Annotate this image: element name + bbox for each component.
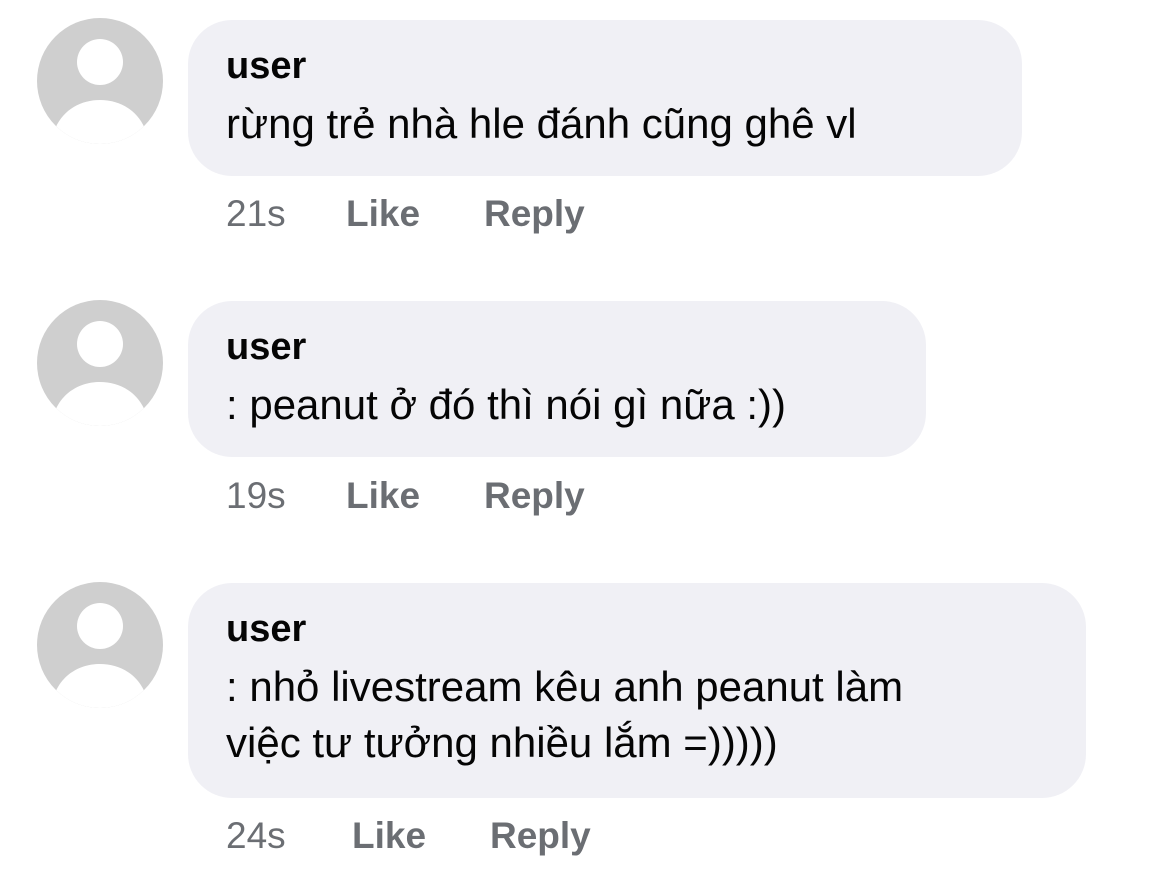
like-button[interactable]: Like <box>352 815 490 857</box>
avatar[interactable] <box>37 582 163 708</box>
comment-actions: 24s Like Reply <box>226 812 591 860</box>
comment-bubble: user rừng trẻ nhà hle đánh cũng ghê vl <box>188 20 1022 176</box>
comment-actions: 21s Like Reply <box>226 190 585 238</box>
comment-author[interactable]: user <box>226 44 984 88</box>
comment-bubble: user : nhỏ livestream kêu anh peanut làm… <box>188 583 1086 798</box>
like-button[interactable]: Like <box>346 475 484 517</box>
comment-text: : peanut ở đó thì nói gì nữa :)) <box>226 381 786 428</box>
comment-timestamp: 24s <box>226 815 286 856</box>
reply-button[interactable]: Reply <box>484 193 585 235</box>
avatar[interactable] <box>37 300 163 426</box>
default-user-icon <box>37 300 163 426</box>
default-user-icon <box>37 582 163 708</box>
comment-text-line: : nhỏ livestream kêu anh peanut làm <box>226 663 904 710</box>
avatar[interactable] <box>37 18 163 144</box>
comment-bubble: user : peanut ở đó thì nói gì nữa :)) <box>188 301 926 457</box>
comment-timestamp: 19s <box>226 475 286 516</box>
default-user-icon <box>37 18 163 144</box>
comment-author[interactable]: user <box>226 607 1048 651</box>
reply-button[interactable]: Reply <box>484 475 585 517</box>
reply-button[interactable]: Reply <box>490 815 591 857</box>
comment-actions: 19s Like Reply <box>226 472 585 520</box>
comment-text-line: việc tư tưởng nhiều lắm =))))) <box>226 719 778 766</box>
like-button[interactable]: Like <box>346 193 484 235</box>
comment-timestamp: 21s <box>226 193 286 234</box>
comment-text: rừng trẻ nhà hle đánh cũng ghê vl <box>226 100 857 147</box>
comment-author[interactable]: user <box>226 325 888 369</box>
comment-text: : nhỏ livestream kêu anh peanut làm việc… <box>226 659 1048 771</box>
